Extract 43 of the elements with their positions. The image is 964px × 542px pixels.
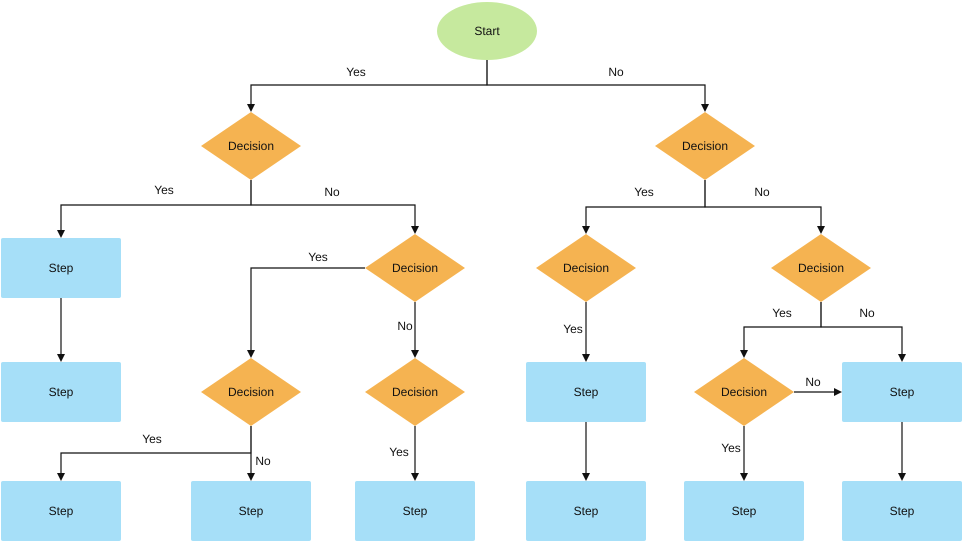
decision-label: Decision (392, 385, 438, 399)
step-label: Step (732, 504, 756, 518)
connector-arrow (898, 422, 906, 481)
step-label: Step (890, 385, 914, 399)
decision-label: Decision (228, 385, 274, 399)
step-label: Step (48, 385, 74, 399)
branch-label: Yes (563, 322, 583, 336)
branch-label: Yes (389, 445, 409, 459)
step-label: Step (238, 504, 264, 518)
start-label: Start (474, 24, 500, 38)
connector-arrow (740, 426, 748, 481)
decision-label: Decision (798, 261, 844, 275)
decision-label: Decision (682, 139, 728, 153)
decision-label: Decision (392, 261, 438, 275)
branch-label: Yes (154, 183, 174, 197)
branch-label: No (324, 185, 340, 199)
step-label: Step (48, 504, 74, 518)
connector-arrow (57, 298, 65, 362)
branch-label: No (608, 65, 624, 79)
step-label: Step (48, 261, 74, 275)
step-label: Step (402, 504, 428, 518)
step-label: Step (574, 385, 598, 399)
branch-label: Yes (634, 185, 654, 199)
connector-arrow (582, 422, 590, 481)
branch-label: Yes (346, 65, 366, 79)
decision-label: Decision (562, 261, 610, 275)
branch-label: Yes (721, 441, 741, 455)
step-label: Step (890, 504, 914, 518)
branch-label: No (859, 306, 875, 320)
step-label: Step (574, 504, 598, 518)
connector-arrow (582, 302, 590, 362)
branch-label: No (397, 319, 413, 333)
branch-label: No (754, 185, 770, 199)
branch-label: No (805, 375, 821, 389)
connector-arrow (411, 302, 419, 358)
decision-label: Decision (720, 385, 768, 399)
branch-label: No (255, 454, 271, 468)
branch-label: Yes (772, 306, 792, 320)
branch-label: Yes (142, 432, 162, 446)
connector-arrow (411, 426, 419, 481)
branch-label: Yes (308, 250, 328, 264)
decision-label: Decision (228, 139, 274, 153)
connector-arrow (794, 388, 842, 396)
